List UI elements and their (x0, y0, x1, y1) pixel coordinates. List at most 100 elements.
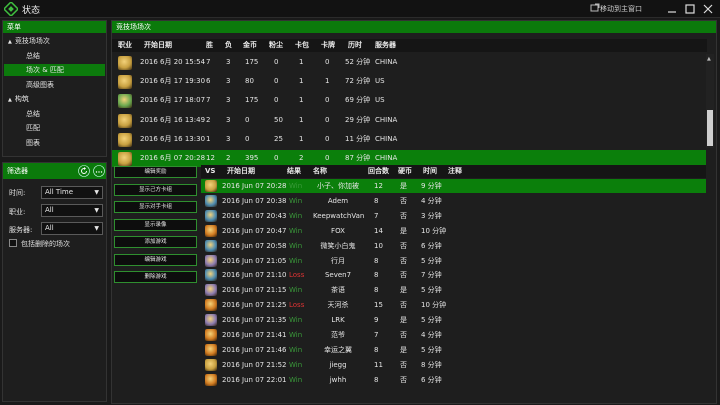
menu-item[interactable]: 总结 (4, 50, 105, 62)
close-icon[interactable] (701, 2, 715, 16)
game-start-date: 2016 Jun 07 21:35 (222, 316, 287, 325)
table-row[interactable]: 2016 Jun 07 20:47 Win FOX 14 是 10 分钟 (201, 224, 706, 238)
run-wins: 7 (206, 96, 211, 105)
game-result: Win (289, 331, 303, 339)
edit-game-button[interactable]: 编辑游戏 (114, 253, 197, 266)
show-opponent-deck-button[interactable]: 显示对手卡组 (114, 201, 197, 213)
game-result: Win (289, 375, 303, 384)
menu-item[interactable]: 总结 (4, 108, 105, 120)
delete-game-button[interactable]: 删除游戏 (114, 271, 197, 283)
run-cards: 0 (325, 96, 330, 105)
col-game-start-date[interactable]: 开始日期 (227, 165, 255, 178)
table-row[interactable]: 2016 6月 17 18:07 7 3 175 0 1 0 69 分钟 US (112, 92, 706, 109)
table-row[interactable]: 2016 Jun 07 21:15 Win 茶语 8 是 5 分钟 (201, 283, 706, 297)
col-notes[interactable]: 注释 (448, 165, 462, 178)
hero-portrait-icon (205, 343, 217, 356)
window-title: 状态 (22, 6, 41, 16)
run-dust: 25 (274, 134, 283, 143)
table-row[interactable]: 2016 Jun 07 20:38 Win Adem 8 否 4 分钟 (201, 194, 706, 208)
col-wins[interactable]: 胜 (206, 39, 213, 52)
game-start-date: 2016 Jun 07 21:46 (222, 345, 287, 354)
show-replay-button[interactable]: 显示录像 (114, 218, 197, 231)
menu-item[interactable]: ▲ 竞技场场次 (4, 35, 105, 47)
col-time[interactable]: 时间 (423, 165, 437, 178)
table-row[interactable]: 2016 Jun 07 21:52 Win jiegg 11 否 8 分钟 (201, 358, 706, 372)
game-time: 9 分钟 (421, 182, 442, 190)
table-row[interactable]: 2016 Jun 07 21:41 Win 范爷 7 否 4 分钟 (201, 328, 706, 342)
edit-rewards-button[interactable]: 编辑奖励 (114, 166, 197, 178)
col-class[interactable]: 职业 (118, 39, 132, 52)
game-opponent-name: jiegg (329, 360, 347, 369)
game-result: Win (289, 256, 303, 265)
menu-item[interactable]: 图表 (4, 137, 105, 149)
table-row[interactable]: 2016 Jun 07 20:43 Win KeepwatchVan 7 否 3 分钟 (201, 209, 706, 223)
menu-item-label: 场次 & 匹配 (26, 66, 64, 74)
time-label: 时间: (9, 189, 26, 197)
server-select[interactable]: All ▼ (41, 222, 103, 235)
table-row[interactable]: 2016 Jun 07 22:01 Win jwhh 8 否 6 分钟 (201, 373, 706, 387)
col-gold[interactable]: 金币 (243, 39, 257, 52)
minimize-icon[interactable] (665, 2, 679, 16)
table-row[interactable]: 2016 Jun 07 21:35 Win LRK 9 是 5 分钟 (201, 313, 706, 327)
run-losses: 3 (226, 96, 231, 105)
col-server[interactable]: 服务器 (375, 39, 396, 52)
run-gold: 0 (245, 134, 250, 143)
col-dust[interactable]: 粉尘 (269, 39, 283, 52)
col-result[interactable]: 结果 (287, 165, 301, 178)
game-turns: 8 (374, 286, 379, 295)
scrollbar-thumb[interactable] (707, 110, 713, 146)
table-row[interactable]: 2016 Jun 07 21:05 Win 行月 8 否 5 分钟 (201, 254, 706, 268)
refresh-icon[interactable] (78, 165, 90, 177)
game-coin: 否 (400, 360, 407, 369)
col-losses[interactable]: 负 (225, 39, 232, 52)
more-icon[interactable] (93, 165, 105, 177)
menu-item[interactable]: 场次 & 匹配 (4, 64, 105, 76)
col-opponent-name[interactable]: 名称 (313, 165, 327, 178)
col-packs[interactable]: 卡包 (295, 39, 309, 52)
run-wins: 2 (206, 115, 211, 124)
expand-arrow-icon[interactable]: ▲ (8, 97, 12, 103)
col-turns[interactable]: 回合数 (368, 165, 389, 178)
show-own-deck-button[interactable]: 显示己方卡组 (114, 183, 197, 196)
menu-item[interactable]: 高级图表 (4, 79, 105, 91)
game-time: 5 分钟 (421, 316, 442, 325)
add-game-button[interactable]: 添加游戏 (114, 236, 197, 248)
table-row[interactable]: 2016 6月 20 15:54 7 3 175 0 1 0 52 分钟 CHINA (112, 54, 706, 71)
table-row[interactable]: 2016 Jun 07 20:28 Win 小子、你加被 12 是 9 分钟 (201, 179, 706, 193)
move-window-icon[interactable] (590, 3, 600, 13)
chevron-down-icon: ▼ (94, 207, 99, 214)
col-coin[interactable]: 硬币 (398, 165, 412, 178)
table-row[interactable]: 2016 6月 16 13:30 1 3 0 25 1 0 11 分钟 CHINA (112, 131, 706, 148)
maximize-icon[interactable] (683, 2, 697, 16)
game-coin: 是 (400, 182, 407, 190)
game-result: Win (289, 360, 303, 369)
hero-portrait-icon (205, 373, 217, 386)
game-start-date: 2016 Jun 07 21:15 (222, 286, 287, 295)
game-time: 5 分钟 (421, 345, 442, 354)
table-row[interactable]: 2016 Jun 07 20:58 Win 微笑小白鬼 10 否 6 分钟 (201, 239, 706, 253)
expand-arrow-icon[interactable]: ▲ (8, 39, 12, 45)
table-row[interactable]: 2016 6月 16 13:49 2 3 0 50 1 0 29 分钟 CHINA (112, 112, 706, 129)
table-row[interactable]: 2016 Jun 07 21:10 Loss Seven7 8 否 7 分钟 (201, 268, 706, 282)
table-row[interactable]: 2016 Jun 07 21:46 Win 幸运之翼 8 是 5 分钟 (201, 343, 706, 357)
col-duration[interactable]: 历时 (348, 39, 362, 52)
col-vs[interactable]: VS (205, 165, 215, 178)
col-cards[interactable]: 卡牌 (321, 39, 335, 52)
move-to-main-button[interactable]: 移动到主窗口 (600, 4, 642, 14)
time-select[interactable]: All Time ▼ (41, 186, 103, 199)
hero-portrait-icon (118, 94, 132, 109)
run-duration: 52 分钟 (345, 58, 371, 66)
col-start-date[interactable]: 开始日期 (144, 39, 172, 52)
class-select[interactable]: All ▼ (41, 204, 103, 217)
game-turns: 7 (374, 211, 379, 220)
include-deleted-checkbox[interactable] (9, 239, 17, 247)
game-result: Loss (289, 301, 305, 310)
scroll-up-icon[interactable]: ▲ (707, 56, 711, 62)
table-row[interactable]: 2016 6月 17 19:30 6 3 80 0 1 1 72 分钟 US (112, 73, 706, 90)
runs-scrollbar[interactable]: ▲ (706, 54, 714, 148)
game-coin: 是 (400, 345, 407, 354)
menu-item[interactable]: ▲ 构筑 (4, 93, 105, 105)
table-row[interactable]: 2016 Jun 07 21:25 Loss 天河杀 15 否 10 分钟 (201, 298, 706, 312)
menu-item[interactable]: 匹配 (4, 122, 105, 134)
game-time: 8 分钟 (421, 360, 442, 369)
